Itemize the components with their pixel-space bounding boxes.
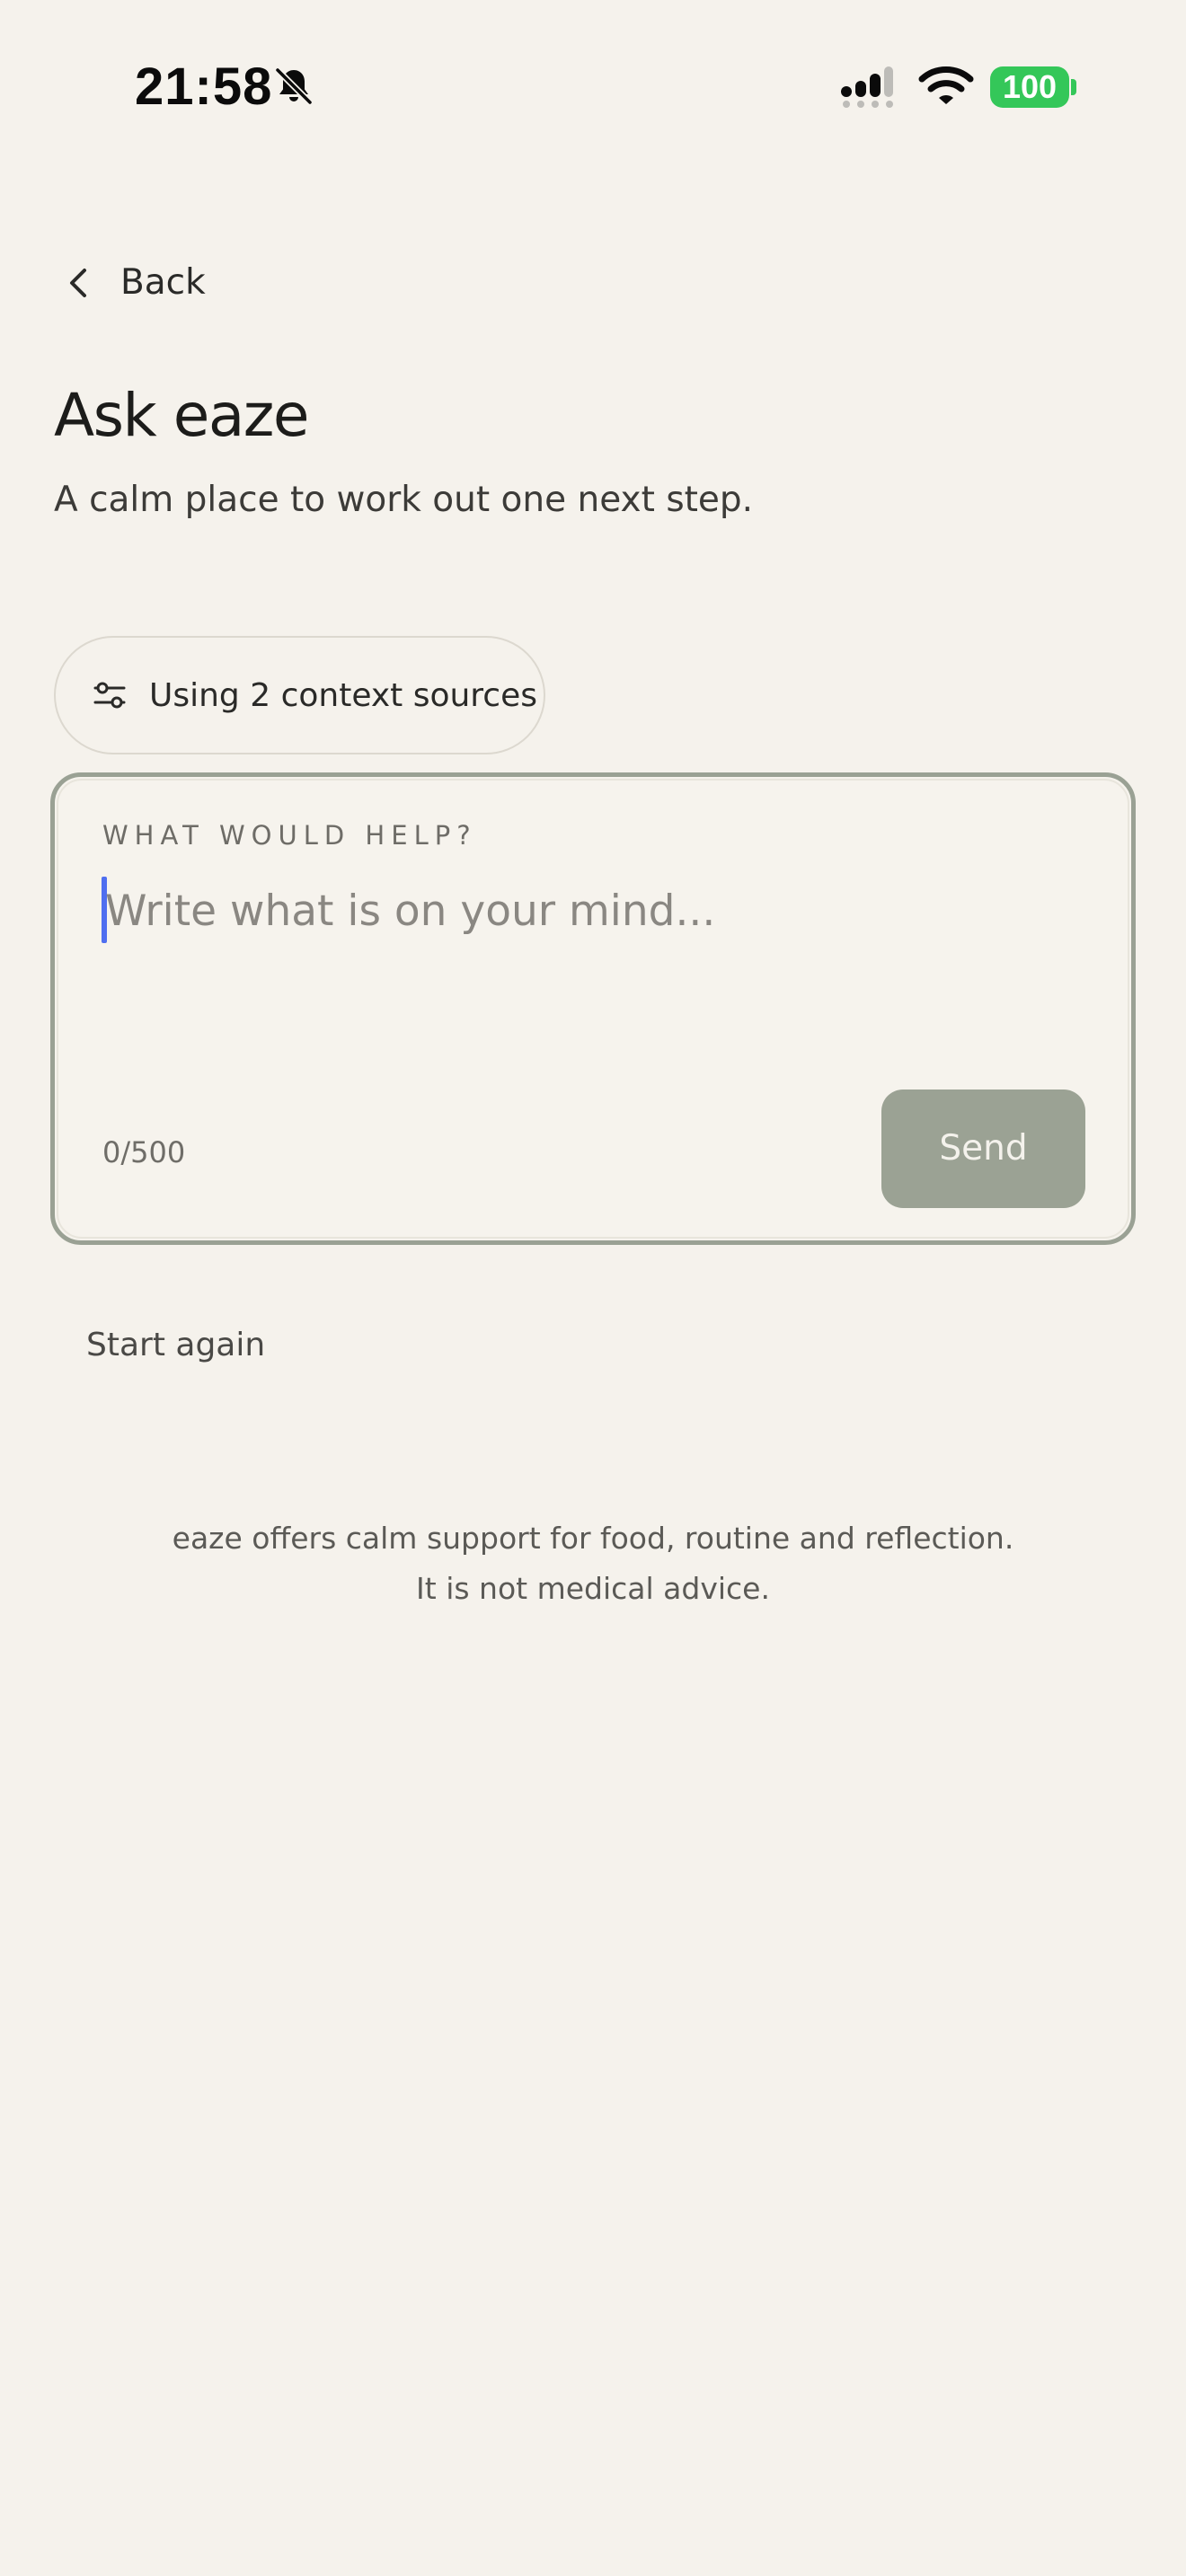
character-count: 0/500	[102, 1135, 186, 1169]
back-button[interactable]: Back	[54, 251, 206, 314]
status-time: 21:58	[135, 57, 273, 116]
disclaimer: eaze offers calm support for food, routi…	[0, 1513, 1186, 1614]
bell-slash-icon	[274, 66, 314, 106]
page-subtitle: A calm place to work out one next step.	[54, 480, 754, 520]
message-composer[interactable]: WHAT WOULD HELP? Write what is on your m…	[50, 772, 1136, 1245]
start-again-button[interactable]: Start again	[86, 1320, 265, 1371]
context-sources-chip[interactable]: Using 2 context sources	[54, 636, 545, 754]
page-title: Ask eaze	[54, 381, 310, 450]
disclaimer-line-1: eaze offers calm support for food, routi…	[172, 1521, 1014, 1556]
send-button[interactable]: Send	[881, 1090, 1085, 1208]
battery-icon: 100	[990, 66, 1076, 108]
battery-tip	[1071, 79, 1076, 95]
signal-icon	[841, 66, 893, 108]
message-input[interactable]: Write what is on your mind...	[105, 880, 715, 943]
chevron-left-icon	[70, 269, 86, 297]
sliders-icon	[93, 682, 126, 709]
context-chip-label: Using 2 context sources	[149, 676, 537, 714]
wifi-icon	[918, 66, 974, 104]
composer-eyebrow: WHAT WOULD HELP?	[102, 820, 477, 851]
back-label: Back	[120, 262, 206, 303]
disclaimer-line-2: It is not medical advice.	[416, 1571, 770, 1606]
battery-level: 100	[990, 66, 1069, 108]
